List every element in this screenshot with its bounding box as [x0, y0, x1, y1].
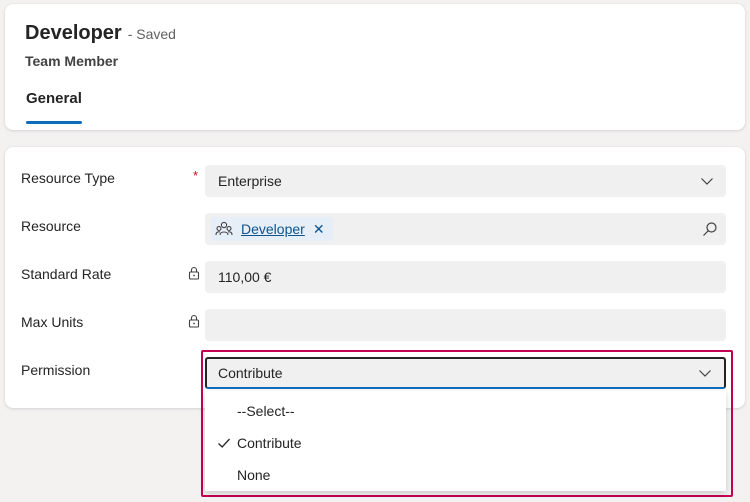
remove-tag-button[interactable]: ✕	[313, 221, 325, 238]
standard-rate-label: Standard Rate	[21, 266, 112, 282]
resource-type-select[interactable]: Enterprise	[205, 165, 726, 197]
record-title: Developer	[25, 22, 122, 44]
tab-general-indicator	[26, 121, 82, 124]
header-card: Developer - Saved Team Member General	[5, 4, 745, 130]
option-none[interactable]: None	[237, 467, 270, 483]
checkmark-icon	[218, 438, 230, 448]
resource-lookup[interactable]: Developer ✕	[205, 213, 726, 245]
max-units-field	[205, 309, 726, 341]
team-icon	[215, 221, 233, 236]
option-select[interactable]: --Select--	[237, 403, 295, 419]
chevron-down-icon	[699, 370, 711, 377]
lock-icon	[188, 266, 200, 280]
entity-name: Team Member	[25, 53, 119, 69]
permission-value: Contribute	[218, 365, 283, 381]
saved-status: - Saved	[127, 26, 176, 42]
required-marker: *	[193, 168, 199, 183]
resource-tag-link[interactable]: Developer	[241, 221, 305, 237]
option-contribute[interactable]: Contribute	[237, 435, 302, 451]
permission-dropdown-list: --Select-- Contribute None	[205, 391, 726, 491]
standard-rate-field: 110,00 €	[205, 261, 726, 293]
resource-type-value: Enterprise	[218, 173, 282, 189]
resource-tag[interactable]: Developer ✕	[211, 217, 333, 241]
title-row: Developer - Saved	[25, 22, 176, 45]
chevron-down-icon	[701, 178, 713, 185]
permission-label: Permission	[21, 362, 91, 378]
max-units-label: Max Units	[21, 314, 84, 330]
resource-type-label: Resource Type	[21, 170, 115, 186]
lock-icon	[188, 314, 200, 328]
resource-label: Resource	[21, 218, 81, 234]
search-icon[interactable]	[702, 221, 718, 237]
standard-rate-value: 110,00 €	[218, 269, 272, 285]
tab-general[interactable]: General	[26, 90, 82, 107]
permission-select[interactable]: Contribute	[205, 357, 726, 389]
